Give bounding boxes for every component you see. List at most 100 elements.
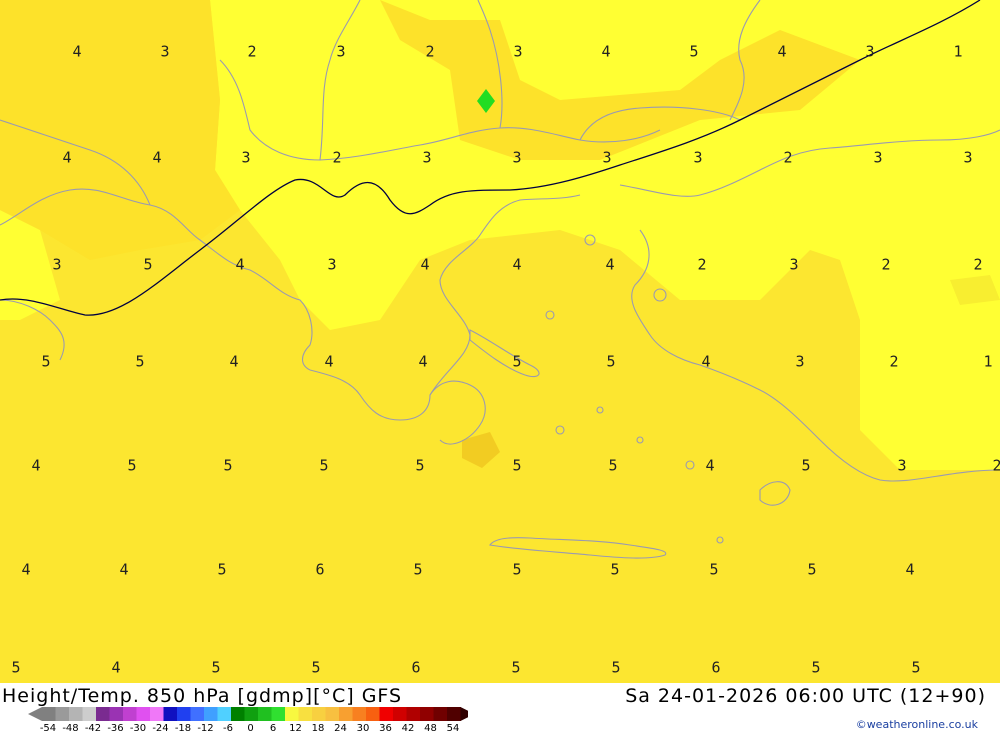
east-band <box>760 150 1000 470</box>
scale-swatch <box>217 707 232 721</box>
scale-swatch <box>190 707 205 721</box>
scale-swatch <box>69 707 83 721</box>
grid-value-label: 2 <box>881 255 891 274</box>
grid-value-label: 5 <box>413 560 423 579</box>
grid-value-label: 3 <box>897 456 907 475</box>
grid-value-label: 5 <box>143 255 153 274</box>
scale-swatch <box>177 707 191 721</box>
scale-swatch <box>55 707 70 721</box>
scale-tick-label: 54 <box>446 723 460 734</box>
grid-value-label: 3 <box>963 148 973 167</box>
map-layers <box>0 0 1000 559</box>
grid-value-label: 3 <box>241 148 251 167</box>
scale-tick-label: -18 <box>174 723 192 734</box>
scale-tick-label: -54 <box>39 723 57 734</box>
grid-value-label: 1 <box>953 42 963 61</box>
grid-value-label: 5 <box>511 658 521 677</box>
grid-value-label: 2 <box>247 42 257 61</box>
grid-value-label: 5 <box>41 352 51 371</box>
grid-value-label: 3 <box>865 42 875 61</box>
island-8 <box>716 536 724 544</box>
scale-swatch <box>366 707 380 721</box>
grid-value-label: 5 <box>512 352 522 371</box>
scale-swatch <box>447 707 461 721</box>
grid-value-label: 6 <box>315 560 325 579</box>
island-2 <box>596 406 604 414</box>
scale-swatch <box>82 707 97 721</box>
grid-value-label: 5 <box>127 456 137 475</box>
grid-value-label: 5 <box>135 352 145 371</box>
scale-left-arrow <box>28 707 42 721</box>
grid-value-label: 3 <box>789 255 799 274</box>
grid-value-label: 4 <box>31 456 41 475</box>
grid-value-label: 4 <box>777 42 787 61</box>
grid-value-label: 5 <box>807 560 817 579</box>
scale-swatch <box>312 707 326 721</box>
scale-swatch <box>136 707 151 721</box>
grid-value-label: 5 <box>311 658 321 677</box>
grid-value-label: 5 <box>217 560 227 579</box>
weather-map: 4 3 2 3 2 3 4 5 4 3 1 4 4 3 2 3 3 3 3 2 3 3 3 5 4 3 4 4 4 2 3 2 2 5 5 4 4 4 5 5… <box>0 0 1000 683</box>
grid-value-label: 4 <box>605 255 615 274</box>
scale-swatch <box>406 707 421 721</box>
scale-swatch <box>420 707 434 721</box>
grid-value-label: 3 <box>795 352 805 371</box>
grid-value-label: 4 <box>62 148 72 167</box>
grid-value-label: 6 <box>711 658 721 677</box>
grid-value-label: 3 <box>513 42 523 61</box>
grid-value-label: 2 <box>973 255 983 274</box>
grid-value-label: 4 <box>119 560 129 579</box>
grid-value-label: 5 <box>689 42 699 61</box>
grid-value-label: 4 <box>324 352 334 371</box>
grid-value-label: 5 <box>606 352 616 371</box>
grid-value-label: 3 <box>693 148 703 167</box>
scale-swatch <box>298 707 313 721</box>
map-datetime: Sa 24-01-2026 06:00 UTC (12+90) <box>625 685 986 707</box>
scale-swatch <box>393 707 407 721</box>
grid-value-label: 3 <box>602 148 612 167</box>
grid-value-label: 4 <box>152 148 162 167</box>
grid-value-label: 2 <box>992 456 1000 475</box>
coastline-peloponnese <box>309 369 486 445</box>
grid-value-label: 3 <box>336 42 346 61</box>
scale-swatch <box>433 707 448 721</box>
grid-value-label: 5 <box>211 658 221 677</box>
grid-value-label: 4 <box>418 352 428 371</box>
grid-value-label: 5 <box>11 658 21 677</box>
grid-value-label: 5 <box>319 456 329 475</box>
island-6 <box>545 310 555 320</box>
grid-value-label: 5 <box>801 456 811 475</box>
scale-tick-label: 24 <box>334 723 347 734</box>
coastline-rhodes <box>759 481 791 506</box>
grid-value-label: 2 <box>425 42 435 61</box>
grid-value-label: 3 <box>327 255 337 274</box>
scale-right-arrow <box>460 707 468 721</box>
grid-value-label: 2 <box>332 148 342 167</box>
grid-value-label: 3 <box>52 255 62 274</box>
grid-value-label: 5 <box>415 456 425 475</box>
scale-tick-label: -36 <box>107 723 124 734</box>
scale-swatch <box>325 707 340 721</box>
scale-swatch <box>379 707 394 721</box>
scale-swatch <box>163 707 178 721</box>
scale-tick-label: -6 <box>223 723 233 734</box>
island-3 <box>636 436 644 444</box>
scale-tick-label: 42 <box>401 723 415 734</box>
grid-value-label: 5 <box>512 456 522 475</box>
grid-value-label: 3 <box>422 148 432 167</box>
grid-value-label: 5 <box>811 658 821 677</box>
grid-value-label: 3 <box>160 42 170 61</box>
grid-value-label: 5 <box>709 560 719 579</box>
grid-value-label: 4 <box>235 255 245 274</box>
scale-swatch <box>285 707 299 721</box>
scale-tick-label: 6 <box>269 723 277 734</box>
scale-swatch <box>96 707 110 721</box>
grid-value-label: 4 <box>601 42 611 61</box>
color-scale <box>28 707 468 721</box>
grid-value-label: 1 <box>983 352 993 371</box>
scale-swatch <box>204 707 218 721</box>
grid-value-label: 4 <box>229 352 239 371</box>
grid-value-label: 4 <box>420 255 430 274</box>
credit-link[interactable]: ©weatheronline.co.uk <box>856 718 978 731</box>
scale-tick-label: 18 <box>311 723 325 734</box>
